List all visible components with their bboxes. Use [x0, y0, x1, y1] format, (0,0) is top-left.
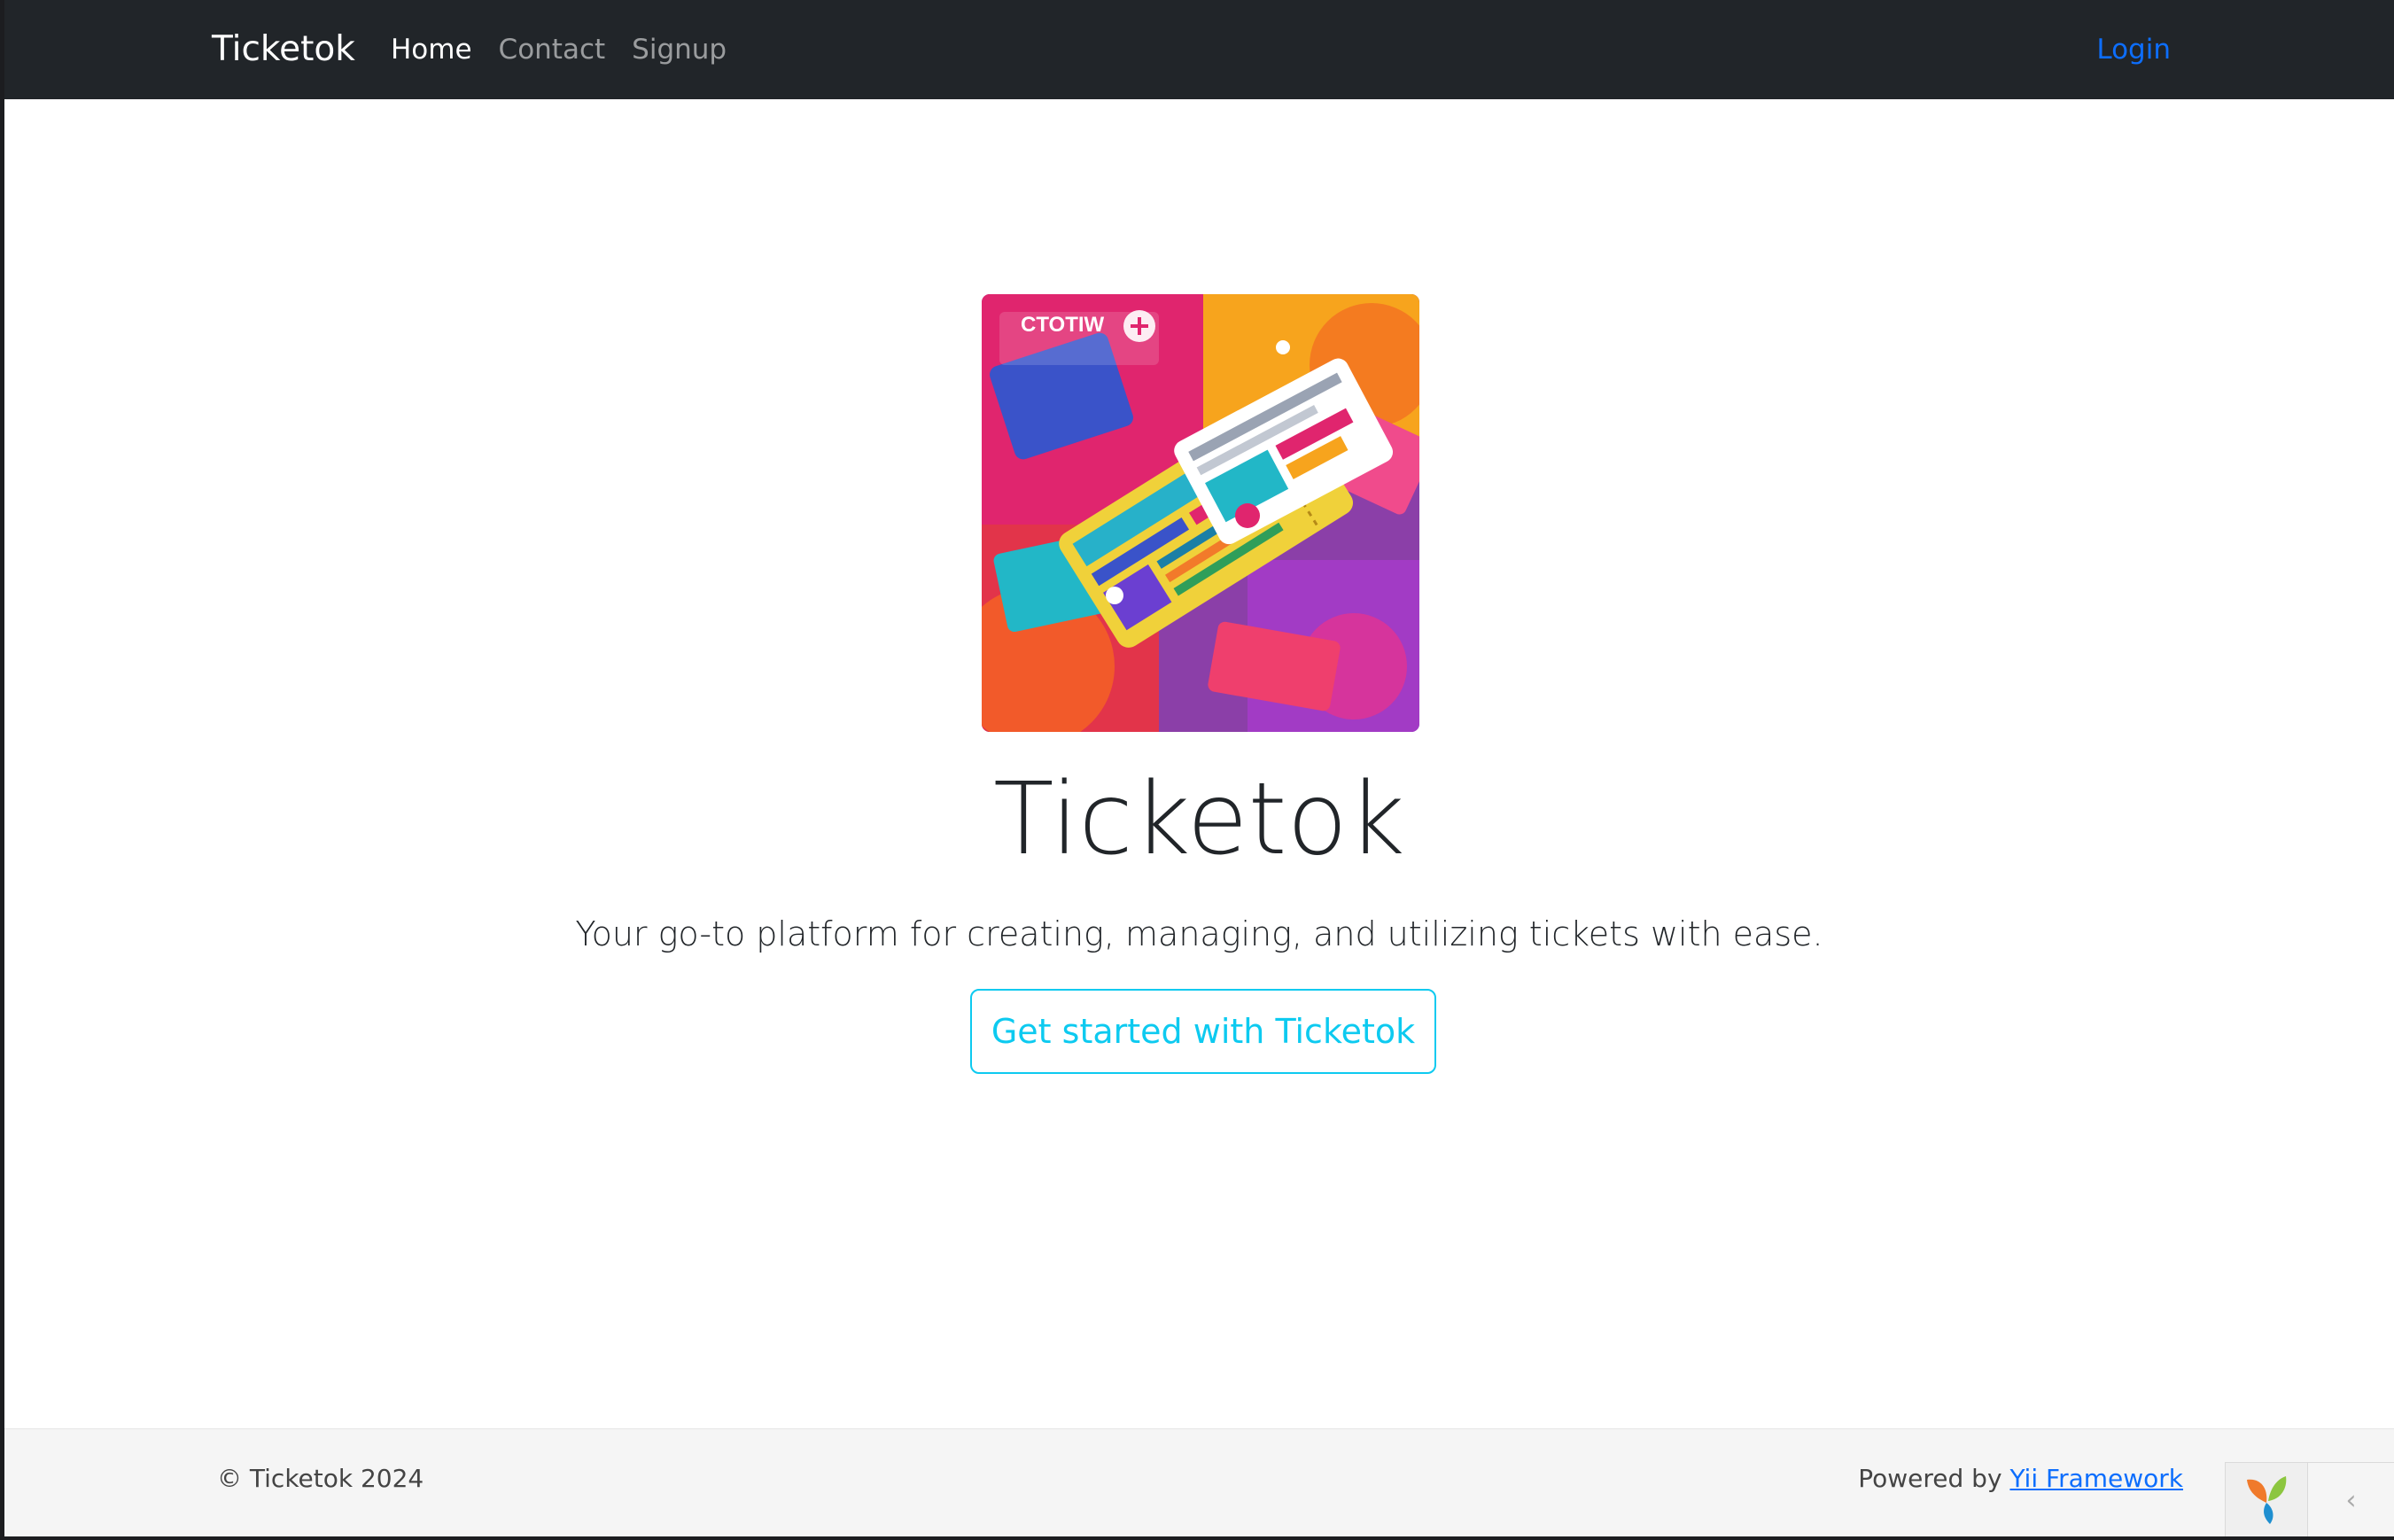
- yii-framework-link[interactable]: Yii Framework: [2009, 1464, 2183, 1493]
- powered-by-prefix: Powered by: [1858, 1464, 2002, 1493]
- get-started-button[interactable]: Get started with Ticketok: [970, 989, 1436, 1074]
- collage-text: CTOTIW: [1021, 313, 1105, 337]
- debug-toolbar: ‹: [2225, 1462, 2394, 1536]
- login-link[interactable]: Login: [2096, 25, 2171, 74]
- nav-link-signup[interactable]: Signup: [632, 25, 727, 74]
- ticket-collage-image: CTOTIW: [982, 294, 1419, 732]
- nav-link-contact[interactable]: Contact: [499, 25, 606, 74]
- navbar: Ticketok Home Contact Signup Login: [4, 0, 2394, 99]
- hero-lead: Your go-to platform for creating, managi…: [575, 914, 1823, 953]
- powered-by: Powered by Yii Framework: [1858, 1461, 2183, 1497]
- hero-title: Ticketok: [993, 762, 1405, 877]
- footer: © Ticketok 2024 Powered by Yii Framework: [4, 1428, 2394, 1536]
- copyright-text: © Ticketok 2024: [217, 1464, 424, 1493]
- page: Ticketok Home Contact Signup Login CTOTI…: [4, 0, 2394, 1536]
- nav-link-home[interactable]: Home: [391, 25, 472, 74]
- brand-link[interactable]: Ticketok: [212, 25, 355, 74]
- nav-links: Home Contact Signup: [391, 25, 727, 74]
- hero-image: CTOTIW: [982, 294, 1419, 732]
- yii-logo-icon[interactable]: [2226, 1463, 2308, 1536]
- chevron-left-icon[interactable]: ‹: [2308, 1463, 2394, 1536]
